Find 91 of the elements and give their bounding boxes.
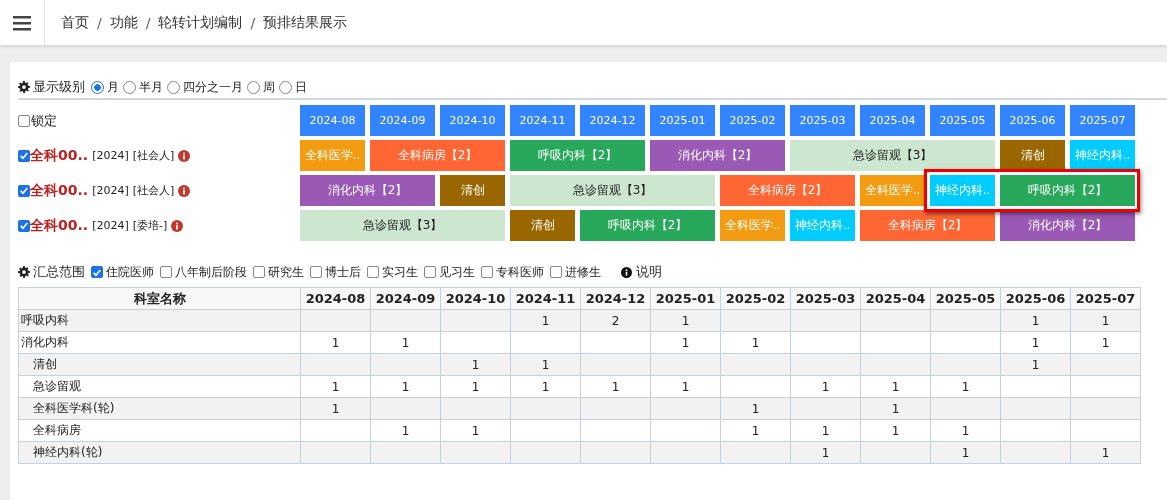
column-header: 2025-04 [860,287,931,310]
student-year: [2024] [92,149,129,162]
option-label[interactable]: 日 [295,78,307,96]
breadcrumb-separator: / [97,14,102,31]
month-header: 2025-05 [930,105,995,136]
student-type: [委培-] [132,218,168,233]
gear-icon [18,266,30,278]
column-header: 2025-05 [930,287,1001,310]
rotation-block[interactable]: 清创 [1000,140,1065,171]
student-name: 全科00.. [30,146,89,165]
month-header: 2024-11 [510,105,575,136]
rotation-block[interactable]: 急诊留观【3】 [510,175,715,206]
breadcrumb-current: 预排结果展示 [263,13,348,32]
column-header: 2025-03 [790,287,861,310]
menu-icon[interactable] [13,14,31,31]
help-link[interactable]: 说明 [636,263,662,281]
checkbox[interactable] [253,266,265,278]
column-header: 2025-01 [650,287,721,310]
table-cell: 全科医学科(轮) [18,397,301,420]
checkbox[interactable] [18,219,30,232]
option-label[interactable]: 月 [107,78,119,96]
student-name: 全科00.. [30,181,89,200]
month-header: 2025-06 [1000,105,1065,136]
option-label[interactable]: 博士后 [325,263,361,281]
option-label[interactable]: 研究生 [268,263,304,281]
table-cell: 急诊留观 [18,375,301,398]
student-type: [社会人] [132,183,175,198]
gear-icon [18,81,30,93]
checkbox[interactable] [18,114,30,127]
student-type: [社会人] [132,148,175,163]
month-header: 2025-04 [860,105,925,136]
column-header: 2024-11 [510,287,581,310]
column-header: 科室名称 [18,287,301,310]
option-label[interactable]: 专科医师 [496,263,544,281]
checkbox[interactable] [18,149,30,162]
rotation-block[interactable]: 消化内科【2】 [1000,210,1135,241]
rotation-block[interactable]: 消化内科【2】 [650,140,785,171]
option-label[interactable]: 实习生 [382,263,418,281]
month-header: 2025-07 [1070,105,1135,136]
option-label[interactable]: 周 [263,78,275,96]
section-label: 显示级别 [33,78,85,96]
column-header: 2025-06 [1000,287,1071,310]
month-header: 2025-01 [650,105,715,136]
rotation-block[interactable]: 急诊留观【3】 [790,140,995,171]
option-label[interactable]: 半月 [139,78,163,96]
checkbox[interactable] [424,266,436,278]
month-header: 2024-12 [580,105,645,136]
rotation-block[interactable]: 急诊留观【3】 [300,210,505,241]
breadcrumb-separator: / [250,14,256,31]
column-header: 2025-02 [720,287,791,310]
checkbox[interactable] [18,184,30,197]
student-name: 全科00.. [30,216,89,235]
option-label[interactable]: 四分之一月 [183,78,243,96]
section-label: 汇总范围 [33,263,85,281]
column-header: 2024-12 [580,287,651,310]
radio-button[interactable] [91,80,104,94]
table-cell: 全科病房 [18,419,301,442]
breadcrumb-separator: / [145,14,151,31]
rotation-block[interactable]: 清创 [440,175,505,206]
month-header: 2025-03 [790,105,855,136]
option-label[interactable]: 住院医师 [106,263,154,281]
rotation-block[interactable]: 清创 [510,210,575,241]
month-header: 2024-09 [370,105,435,136]
breadcrumb-link[interactable]: 首页 [61,13,89,32]
table-cell: 清创 [18,353,301,376]
column-header: 2024-10 [440,287,511,310]
checkbox[interactable] [367,266,379,278]
info-icon[interactable] [621,266,632,278]
lock-label: 锁定 [31,111,57,130]
option-label[interactable]: 见习生 [439,263,475,281]
column-header: 2024-09 [370,287,441,310]
table-cell: 神经内科(轮) [18,441,301,464]
option-label[interactable]: 八年制后阶段 [175,263,247,281]
table-cell: 消化内科 [18,331,301,354]
option-label[interactable]: 进修生 [565,263,601,281]
checkbox[interactable] [550,266,562,278]
rotation-block[interactable]: 消化内科【2】 [300,175,435,206]
month-header: 2025-02 [720,105,785,136]
month-header: 2024-10 [440,105,505,136]
checkbox[interactable] [310,266,322,278]
breadcrumb-link[interactable]: 功能 [109,13,138,32]
checkbox[interactable] [481,266,493,278]
month-header: 2024-08 [300,105,365,136]
student-year: [2024] [92,184,129,197]
student-year: [2024] [92,219,129,232]
column-header: 2024-08 [300,287,371,310]
checkbox[interactable] [91,266,103,278]
checkbox[interactable] [160,266,172,278]
table-cell: 呼吸内科 [18,309,301,332]
breadcrumb-link[interactable]: 轮转计划编制 [158,13,243,32]
column-header: 2025-07 [1070,287,1141,310]
